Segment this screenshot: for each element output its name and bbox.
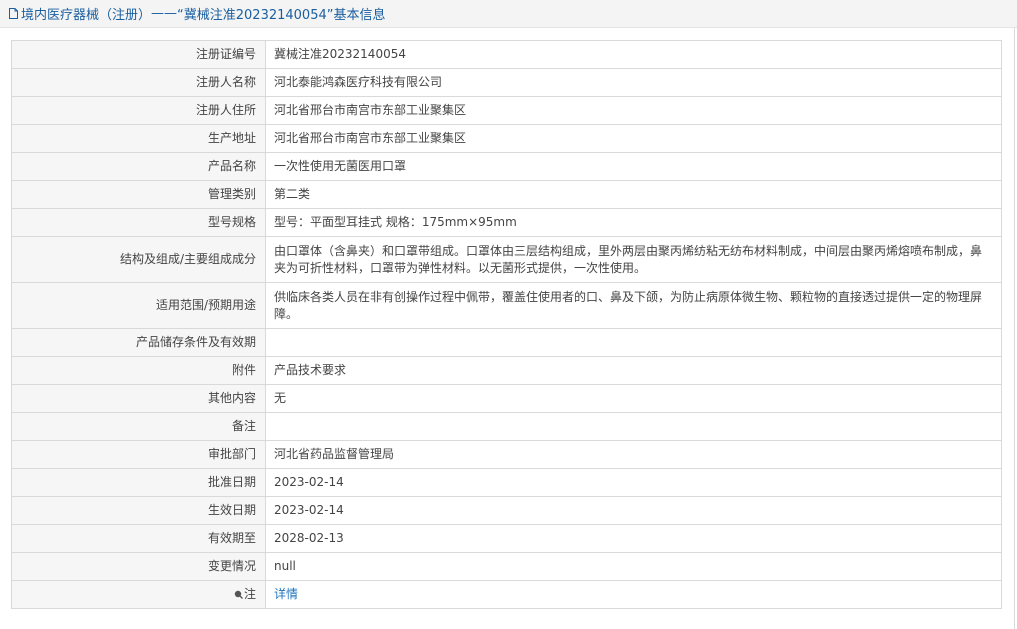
row-value [265,412,1002,441]
row-value: 河北泰能鸿森医疗科技有限公司 [265,68,1002,97]
table-row: 生效日期 2023-02-14 [11,496,1002,525]
table-row: 生产地址 河北省邢台市南宫市东部工业聚集区 [11,124,1002,153]
table-row: 有效期至 2028-02-13 [11,524,1002,553]
header-suffix: 基本信息 [333,8,386,23]
table-row: 审批部门 河北省药品监督管理局 [11,440,1002,469]
row-value: 产品技术要求 [265,356,1002,385]
table-row: 注册人住所 河北省邢台市南宫市东部工业聚集区 [11,96,1002,125]
row-value: 冀械注准20232140054 [265,40,1002,69]
table-row: 适用范围/预期用途 供临床各类人员在非有创操作过程中佩带，覆盖住使用者的口、鼻及下… [11,282,1002,329]
table-row: 变更情况 null [11,552,1002,581]
row-label: 审批部门 [11,440,266,469]
page-header: 境内医疗器械（注册） —— “冀械注准20232140054” 基本信息 [0,0,1017,28]
row-value: 河北省邢台市南宫市东部工业聚集区 [265,96,1002,125]
row-value: 2028-02-13 [265,524,1002,553]
row-value: null [265,552,1002,581]
row-value: 无 [265,384,1002,413]
row-label: 生产地址 [11,124,266,153]
row-label: 型号规格 [11,208,266,237]
table-row: 结构及组成/主要组成成分 由口罩体（含鼻夹）和口罩带组成。口罩体由三层结构组成，里… [11,236,1002,283]
row-value: 供临床各类人员在非有创操作过程中佩带，覆盖住使用者的口、鼻及下颌，为防止病原体微… [265,282,1002,329]
table-row: 备注 [11,412,1002,441]
details-link[interactable]: 详情 [274,587,298,601]
row-value: 由口罩体（含鼻夹）和口罩带组成。口罩体由三层结构组成，里外两层由聚丙烯纺粘无纺布… [265,236,1002,283]
row-label: 结构及组成/主要组成成分 [11,236,266,283]
note-label-cell: 注 [11,580,266,609]
header-reg-no: “冀械注准20232140054” [177,8,334,23]
row-label: 有效期至 [11,524,266,553]
row-value: 2023-02-14 [265,496,1002,525]
row-value: 河北省邢台市南宫市东部工业聚集区 [265,124,1002,153]
row-label: 变更情况 [11,552,266,581]
document-icon [9,8,18,19]
table-row: 注册证编号 冀械注准20232140054 [11,40,1002,69]
table-row: 产品储存条件及有效期 [11,328,1002,357]
table-row: 批准日期 2023-02-14 [11,468,1002,497]
row-label: 注册人住所 [11,96,266,125]
note-label: 注 [243,587,256,601]
row-label: 产品名称 [11,152,266,181]
row-value: 一次性使用无菌医用口罩 [265,152,1002,181]
row-label: 注册人名称 [11,68,266,97]
row-value [265,328,1002,357]
row-label: 附件 [11,356,266,385]
row-label: 生效日期 [11,496,266,525]
pin-icon [234,590,243,599]
row-value: 河北省药品监督管理局 [265,440,1002,469]
row-label: 产品储存条件及有效期 [11,328,266,357]
row-label: 适用范围/预期用途 [11,282,266,329]
row-label: 注册证编号 [11,40,266,69]
row-value: 第二类 [265,180,1002,209]
row-label: 管理类别 [11,180,266,209]
info-table: 注册证编号 冀械注准20232140054 注册人名称 河北泰能鸿森医疗科技有限公司… [11,40,1002,609]
row-label: 其他内容 [11,384,266,413]
note-value-cell: 详情 [265,580,1002,609]
row-label: 批准日期 [11,468,266,497]
right-border [1014,28,1015,629]
table-row: 其他内容无 [11,384,1002,413]
row-label: 备注 [11,412,266,441]
header-separator: —— [151,6,178,21]
note-row: 注 详情 [11,580,1002,609]
table-row: 产品名称 一次性使用无菌医用口罩 [11,152,1002,181]
row-value: 型号：平面型耳挂式 规格：175mm×95mm [265,208,1002,237]
table-row: 附件 产品技术要求 [11,356,1002,385]
table-row: 注册人名称 河北泰能鸿森医疗科技有限公司 [11,68,1002,97]
info-table-container: 注册证编号 冀械注准20232140054 注册人名称 河北泰能鸿森医疗科技有限公司… [11,40,1002,609]
header-prefix: 境内医疗器械（注册） [21,8,152,23]
table-row: 管理类别 第二类 [11,180,1002,209]
row-value: 2023-02-14 [265,468,1002,497]
table-row: 型号规格 型号：平面型耳挂式 规格：175mm×95mm [11,208,1002,237]
